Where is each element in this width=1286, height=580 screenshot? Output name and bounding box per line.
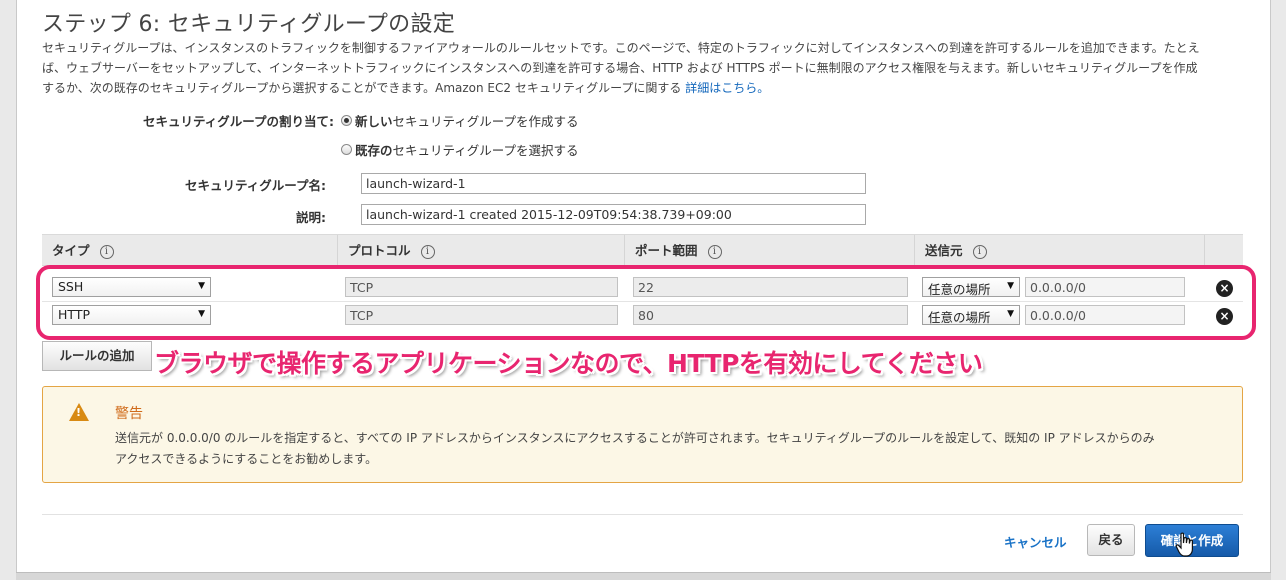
cancel-link[interactable]: キャンセル — [1004, 532, 1067, 551]
rules-table-header: タイプ i プロトコル i ポート範囲 i 送信元 i — [42, 234, 1243, 267]
info-icon[interactable]: i — [972, 244, 987, 259]
group-description-input[interactable]: launch-wizard-1 created 2015-12-09T09:54… — [361, 204, 866, 225]
warning-line-1: 送信元が 0.0.0.0/0 のルールを指定すると、すべての IP アドレスから… — [115, 431, 1155, 445]
page-title: ステップ 6: セキュリティグループの設定 — [42, 12, 456, 37]
add-rule-button[interactable]: ルールの追加 — [42, 341, 152, 371]
description-line-3-text: するか、次の既存のセキュリティグループから選択することができます。Amazon … — [42, 81, 682, 95]
col-header-protocol-text: プロトコル — [348, 243, 411, 258]
radio-new-selected[interactable] — [341, 115, 352, 126]
learn-more-link[interactable]: 詳細はこちら。 — [685, 81, 769, 95]
warning-title: 警告 — [115, 406, 143, 422]
col-header-type-text: タイプ — [52, 243, 90, 258]
back-button[interactable]: 戻る — [1087, 524, 1135, 556]
group-description-label: 説明: — [296, 210, 326, 225]
panel-bottom-edge — [16, 572, 1271, 580]
warning-box: 警告 送信元が 0.0.0.0/0 のルールを指定すると、すべての IP アドレ… — [42, 386, 1243, 483]
col-header-type: タイプ i — [42, 235, 338, 267]
col-header-port-text: ポート範囲 — [635, 243, 698, 258]
col-header-protocol: プロトコル i — [338, 235, 625, 267]
radio-new-text: セキュリティグループを作成する — [392, 114, 579, 129]
warning-line-2: アクセスできるようにすることをお勧めします。 — [115, 452, 378, 466]
annotation-text: ブラウザで操作するアプリケーションなので、HTTPを有効にしてください — [154, 349, 983, 378]
radio-new-bold: 新しい — [355, 114, 393, 129]
description-line-2: ば、ウェブサーバーをセットアップして、インターネットトラフィックにインスタンスへ… — [42, 61, 1198, 75]
warning-body: 送信元が 0.0.0.0/0 のルールを指定すると、すべての IP アドレスから… — [115, 428, 1235, 470]
annotation-highlight-box — [36, 265, 1256, 340]
footer-divider — [42, 514, 1243, 515]
group-name-input[interactable]: launch-wizard-1 — [361, 173, 866, 194]
radio-new-group[interactable]: 新しい セキュリティグループを作成する — [341, 111, 579, 130]
col-header-source-text: 送信元 — [925, 243, 963, 258]
radio-existing[interactable] — [341, 144, 352, 155]
info-icon[interactable]: i — [707, 244, 722, 259]
description-line-3: するか、次の既存のセキュリティグループから選択することができます。Amazon … — [42, 78, 1242, 98]
radio-existing-bold: 既存の — [355, 143, 393, 158]
col-header-source: 送信元 i — [915, 235, 1205, 267]
description-line-1: セキュリティグループは、インスタンスのトラフィックを制御するファイアウォールのル… — [42, 41, 1200, 55]
radio-existing-text: セキュリティグループを選択する — [392, 143, 579, 158]
col-header-port: ポート範囲 i — [625, 235, 915, 267]
group-name-label: セキュリティグループ名: — [185, 178, 326, 193]
hand-cursor-icon — [1175, 532, 1193, 557]
radio-existing-group[interactable]: 既存の セキュリティグループを選択する — [341, 140, 579, 159]
page-description: セキュリティグループは、インスタンスのトラフィックを制御するファイアウォールのル… — [42, 38, 1242, 98]
info-icon[interactable]: i — [420, 244, 435, 259]
assignment-label: セキュリティグループの割り当て: — [143, 114, 334, 129]
warning-triangle-icon — [69, 403, 89, 421]
info-icon[interactable]: i — [99, 244, 114, 259]
